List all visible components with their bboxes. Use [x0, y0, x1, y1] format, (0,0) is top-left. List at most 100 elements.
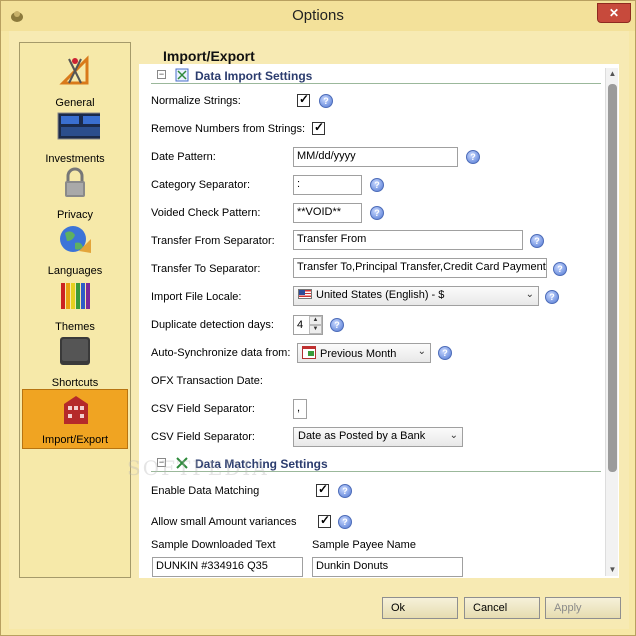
help-icon[interactable]: ? — [370, 178, 384, 192]
watermark: SOFTPEDIA — [127, 456, 269, 480]
enable-matching-checkbox[interactable]: ✓ — [316, 482, 329, 497]
cancel-button[interactable]: Cancel — [464, 597, 540, 619]
duplicate-detection-days-label: Duplicate detection days: — [151, 319, 274, 331]
category-separator-label: Category Separator: — [151, 179, 251, 191]
transfer-to-separator-input[interactable]: Transfer To,Principal Transfer,Credit Ca… — [293, 258, 547, 278]
stepper-up-icon[interactable]: ▲ — [309, 316, 322, 325]
sidebar-item-languages[interactable]: Languages — [22, 221, 128, 277]
client-area: General Investments Privacy Languages Th… — [9, 31, 629, 629]
sidebar-item-label: General — [55, 97, 95, 109]
sample-payee-name-label: Sample Payee Name — [312, 539, 416, 551]
stock-monitor-icon — [57, 112, 100, 140]
ofx-transaction-date-label: OFX Transaction Date: — [151, 375, 263, 387]
import-settings-header: − Data Import Settings — [151, 68, 601, 84]
sidebar-item-import-export[interactable]: Import/Export — [22, 389, 128, 449]
sidebar-item-label: Themes — [55, 321, 95, 333]
sample-payee-name-input[interactable]: Dunkin Donuts — [312, 557, 463, 577]
vertical-scrollbar[interactable]: ▲ ▼ — [605, 68, 618, 576]
auto-sync-select[interactable]: Previous Month ⌄ — [297, 343, 431, 363]
scroll-down-icon[interactable]: ▼ — [607, 564, 618, 576]
help-icon[interactable]: ? — [466, 150, 480, 164]
section-label: Data Import Settings — [195, 69, 313, 83]
title-bar[interactable]: Options ✕ — [1, 1, 635, 31]
sidebar-item-themes[interactable]: Themes — [22, 277, 128, 333]
duplicate-days-stepper[interactable]: 4 ▲ ▼ — [293, 315, 323, 335]
us-flag-icon — [298, 289, 312, 299]
chevron-down-icon: ⌄ — [525, 289, 534, 300]
help-icon[interactable]: ? — [530, 234, 544, 248]
remove-numbers-checkbox[interactable]: ✓ — [312, 120, 325, 135]
help-icon[interactable]: ? — [370, 206, 384, 220]
stepper-down-icon[interactable]: ▼ — [309, 325, 322, 334]
remove-numbers-label: Remove Numbers from Strings: — [151, 123, 306, 135]
selected-period: Previous Month — [320, 348, 397, 360]
sidebar-item-label: Shortcuts — [51, 377, 99, 389]
help-icon[interactable]: ? — [545, 290, 559, 304]
csv-field-separator-label: CSV Field Separator: — [151, 403, 255, 415]
csv-field-separator-input[interactable]: , — [293, 399, 307, 419]
calendar-icon — [302, 346, 316, 359]
date-pattern-label: Date Pattern: — [151, 151, 216, 163]
apply-button[interactable]: Apply — [545, 597, 621, 619]
sample-downloaded-text-label: Sample Downloaded Text — [151, 539, 276, 551]
allow-variances-checkbox[interactable]: ✓ — [318, 513, 331, 528]
stepper-value: 4 — [297, 319, 304, 331]
enable-matching-label: Enable Data Matching — [151, 485, 260, 497]
check-icon: ✓ — [318, 482, 329, 496]
padlock-icon — [65, 167, 85, 197]
sidebar-item-label: Privacy — [56, 209, 94, 221]
csv-date-mode-select[interactable]: Date as Posted by a Bank ⌄ — [293, 427, 463, 447]
sidebar-item-general[interactable]: General — [22, 53, 128, 109]
allow-variances-label: Allow small Amount variances — [151, 516, 297, 528]
ctrl-key-icon — [60, 337, 90, 365]
sidebar-item-label: Import/Export — [41, 434, 109, 446]
help-icon[interactable]: ? — [553, 262, 567, 276]
category-sidebar: General Investments Privacy Languages Th… — [19, 42, 131, 578]
check-icon: ✓ — [299, 92, 310, 106]
csv-date-mode-label: CSV Field Separator: — [151, 431, 255, 443]
building-icon — [64, 396, 88, 424]
settings-scroll-area[interactable]: − Data Import Settings Normalize Strings… — [139, 64, 603, 578]
transfer-from-separator-input[interactable]: Transfer From — [293, 230, 523, 250]
chevron-down-icon: ⌄ — [449, 430, 458, 441]
normalize-strings-checkbox[interactable]: ✓ — [297, 92, 310, 107]
check-icon: ✓ — [314, 120, 325, 134]
voided-check-pattern-input[interactable]: **VOID** — [293, 203, 362, 223]
import-file-locale-select[interactable]: United States (English) - $ ⌄ — [293, 286, 539, 306]
sidebar-item-label: Languages — [47, 265, 103, 277]
selected-locale: United States (English) - $ — [316, 289, 445, 301]
settings-panel: Import/Export − Data Import Settings Nor… — [139, 42, 619, 578]
import-file-locale-label: Import File Locale: — [151, 291, 242, 303]
check-icon: ✓ — [320, 513, 331, 527]
close-button[interactable]: ✕ — [597, 3, 631, 23]
normalize-strings-label: Normalize Strings: — [151, 95, 241, 107]
scroll-thumb[interactable] — [608, 84, 617, 472]
globe-icon — [60, 226, 91, 253]
page-title: Import/Export — [163, 48, 255, 64]
import-arrows-icon — [175, 68, 189, 82]
sample-downloaded-text-input[interactable]: DUNKIN #334916 Q35 — [152, 557, 303, 577]
help-icon[interactable]: ? — [338, 484, 352, 498]
crayons-icon — [61, 283, 90, 309]
chevron-down-icon: ⌄ — [417, 346, 426, 357]
sidebar-item-privacy[interactable]: Privacy — [22, 165, 128, 221]
help-icon[interactable]: ? — [438, 346, 452, 360]
help-icon[interactable]: ? — [330, 318, 344, 332]
compass-ruler-icon — [59, 55, 89, 85]
date-pattern-input[interactable]: MM/dd/yyyy — [293, 147, 458, 167]
voided-check-pattern-label: Voided Check Pattern: — [151, 207, 261, 219]
help-icon[interactable]: ? — [319, 94, 333, 108]
options-window: Options ✕ General Investments Privacy La… — [0, 0, 636, 636]
sidebar-item-shortcuts[interactable]: Shortcuts — [22, 333, 128, 389]
collapse-toggle[interactable]: − — [157, 70, 166, 79]
transfer-from-separator-label: Transfer From Separator: — [151, 235, 275, 247]
category-separator-input[interactable]: : — [293, 175, 362, 195]
sidebar-item-label: Investments — [45, 153, 105, 165]
scroll-up-icon[interactable]: ▲ — [607, 68, 618, 80]
help-icon[interactable]: ? — [338, 515, 352, 529]
transfer-to-separator-label: Transfer To Separator: — [151, 263, 261, 275]
sidebar-item-investments[interactable]: Investments — [22, 109, 128, 165]
selected-date-mode: Date as Posted by a Bank — [298, 430, 426, 442]
ok-button[interactable]: Ok — [382, 597, 458, 619]
window-title: Options — [292, 7, 344, 24]
